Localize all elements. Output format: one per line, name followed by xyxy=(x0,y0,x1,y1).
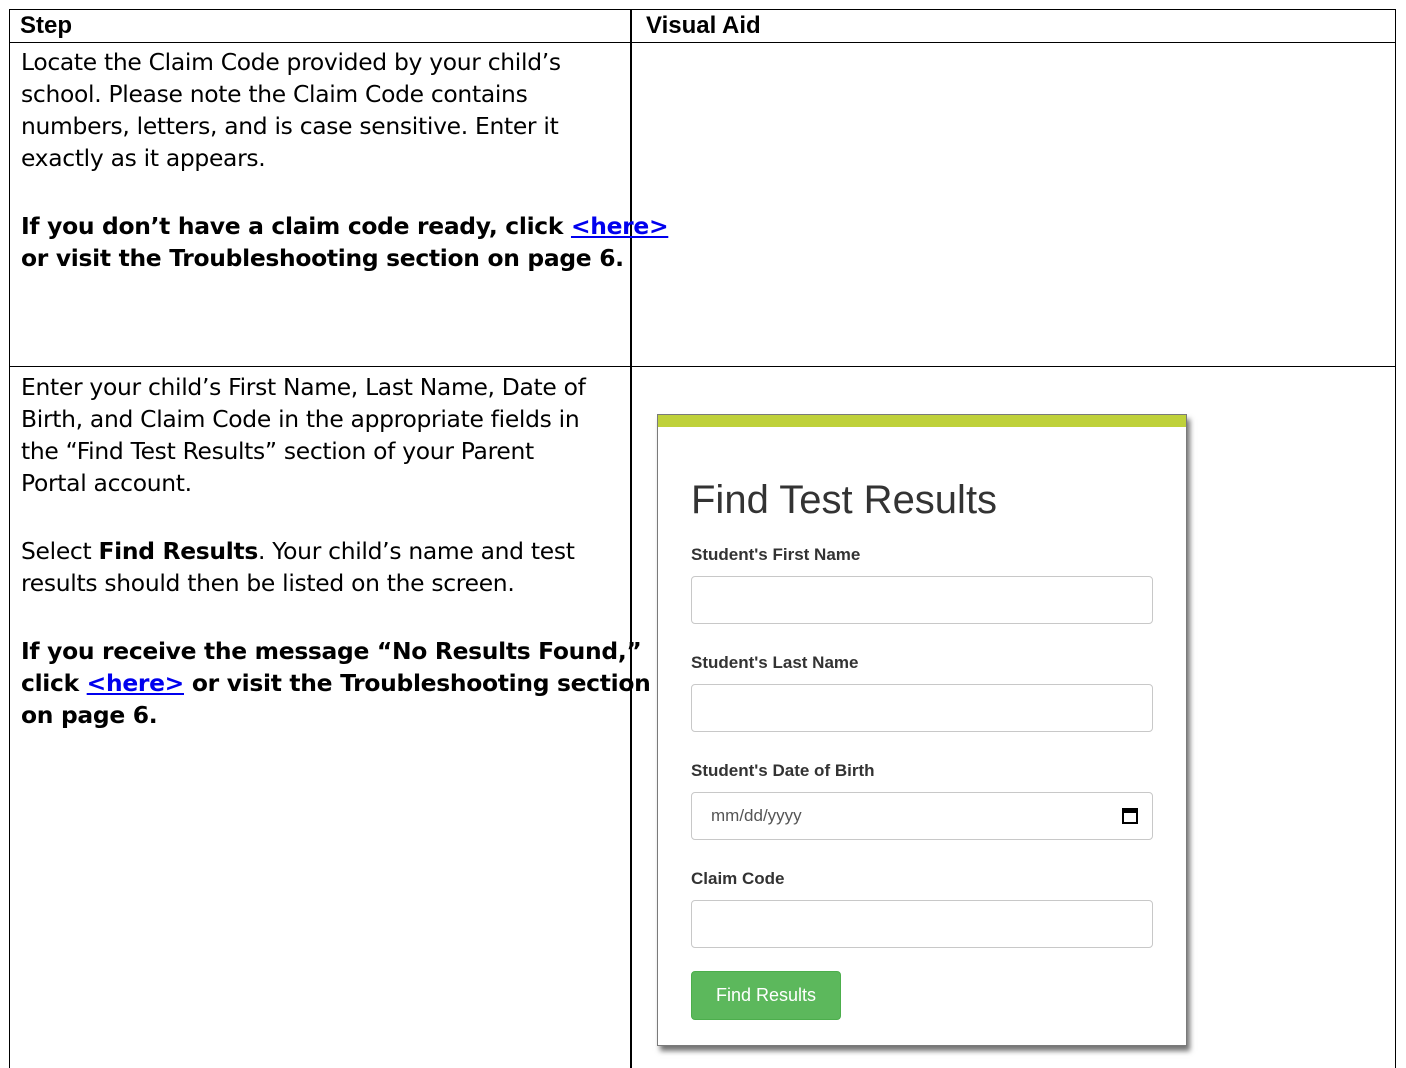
note-click: click xyxy=(21,669,87,697)
find-test-results-card: Find Test Results Student's First Name S… xyxy=(657,414,1187,1046)
step-1-line: numbers, letters, and is case sensitive.… xyxy=(21,112,559,140)
last-name-label: Student's Last Name xyxy=(691,653,859,672)
note-suffix: or visit the Troubleshooting section xyxy=(184,669,651,697)
row-divider xyxy=(9,366,1396,367)
date-of-birth-input[interactable]: mm/dd/yyyy xyxy=(691,792,1153,840)
last-name-input[interactable] xyxy=(691,684,1153,732)
header-step: Step xyxy=(20,12,73,39)
here-link[interactable]: <here> xyxy=(87,669,185,697)
here-link[interactable]: <here> xyxy=(571,212,669,240)
date-placeholder: mm/dd/yyyy xyxy=(711,806,802,825)
step-2-line: Birth, and Claim Code in the appropriate… xyxy=(21,405,580,433)
card-title: Find Test Results xyxy=(691,478,998,522)
step-1-note-text: If you don’t have a claim code ready, cl… xyxy=(21,212,571,240)
table-border-right xyxy=(1395,9,1396,1068)
header-divider xyxy=(9,42,1396,43)
find-results-button[interactable]: Find Results xyxy=(691,971,841,1020)
step-1-line: Locate the Claim Code provided by your c… xyxy=(21,48,561,76)
step-2-select-line: Select Find Results. Your child’s name a… xyxy=(21,535,650,567)
claim-code-label: Claim Code xyxy=(691,869,785,888)
step-2-note-line: on page 6. xyxy=(21,701,158,729)
calendar-icon[interactable] xyxy=(1122,807,1138,824)
step-2-line: the “Find Test Results” section of your … xyxy=(21,437,534,465)
step-1-text: Locate the Claim Code provided by your c… xyxy=(21,46,669,274)
date-of-birth-label: Student's Date of Birth xyxy=(691,761,875,780)
step-1-note: If you don’t have a claim code ready, cl… xyxy=(21,210,669,242)
step-1-note-line: or visit the Troubleshooting section on … xyxy=(21,244,624,272)
select-prefix: Select xyxy=(21,537,99,565)
select-bold: Find Results xyxy=(98,537,259,565)
table-border-top xyxy=(9,9,1396,10)
select-rest: . Your child’s name and test xyxy=(258,537,575,565)
step-2-line: Enter your child’s First Name, Last Name… xyxy=(21,373,586,401)
step-2-line: Portal account. xyxy=(21,469,192,497)
step-1-line: exactly as it appears. xyxy=(21,144,266,172)
step-2-note-line: If you receive the message “No Results F… xyxy=(21,637,642,665)
first-name-input[interactable] xyxy=(691,576,1153,624)
step-1-line: school. Please note the Claim Code conta… xyxy=(21,80,528,108)
first-name-label: Student's First Name xyxy=(691,545,861,564)
claim-code-input[interactable] xyxy=(691,900,1153,948)
table-border-left xyxy=(9,9,10,1068)
step-2-note-line: click <here> or visit the Troubleshootin… xyxy=(21,667,651,699)
step-2-text: Enter your child’s First Name, Last Name… xyxy=(21,371,651,731)
step-2-select-line-2: results should then be listed on the scr… xyxy=(21,569,515,597)
card-accent-bar xyxy=(658,415,1186,427)
header-visual-aid: Visual Aid xyxy=(646,12,761,39)
